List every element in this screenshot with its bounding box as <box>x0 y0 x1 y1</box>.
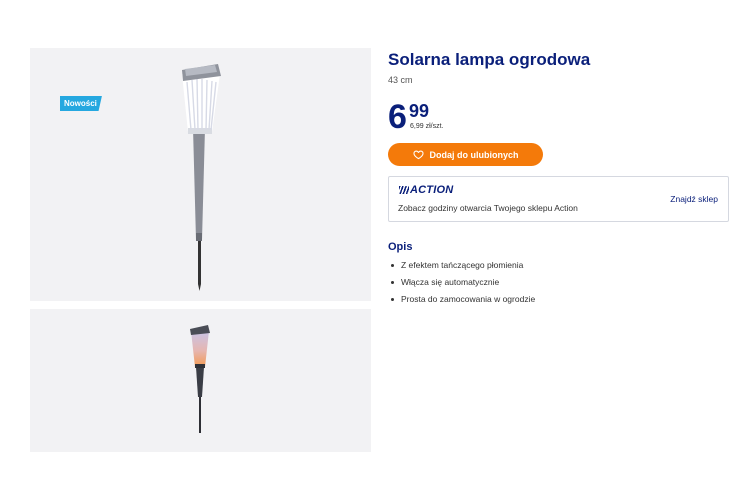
find-store-link[interactable]: Znajdź sklep <box>670 194 718 204</box>
list-item: Włącza się automatycznie <box>391 277 535 294</box>
list-item: Prosta do zamocowania w ogrodzie <box>391 294 535 311</box>
description-title: Opis <box>388 241 413 253</box>
new-badge: Nowości <box>60 96 102 111</box>
product-image-thumbnail[interactable] <box>30 309 371 452</box>
action-logo: ACTION <box>399 184 453 196</box>
action-logo-text: ACTION <box>410 184 454 196</box>
lamp-lit-image <box>190 325 210 433</box>
price-decimal: 99 <box>409 101 430 121</box>
list-item: Z efektem tańczącego płomienia <box>391 260 535 277</box>
add-to-favorites-label: Dodaj do ulubionych <box>429 149 519 160</box>
unit-price: 6,99 zł/szt. <box>410 123 444 130</box>
product-image-main[interactable]: Nowości <box>30 48 371 301</box>
logo-stripes <box>399 186 409 194</box>
heart-icon <box>412 150 424 160</box>
price-integer: 6 <box>388 98 407 136</box>
lamp-image <box>182 64 221 291</box>
description-list: Z efektem tańczącego płomienia Włącza si… <box>391 260 535 311</box>
store-hours-text: Zobacz godziny otwarcia Twojego sklepu A… <box>398 203 578 213</box>
product-title: Solarna lampa ogrodowa <box>388 50 591 69</box>
store-info-box: ACTION Zobacz godziny otwarcia Twojego s… <box>388 176 729 222</box>
product-size: 43 cm <box>388 75 413 85</box>
add-to-favorites-button[interactable]: Dodaj do ulubionych <box>388 143 543 166</box>
